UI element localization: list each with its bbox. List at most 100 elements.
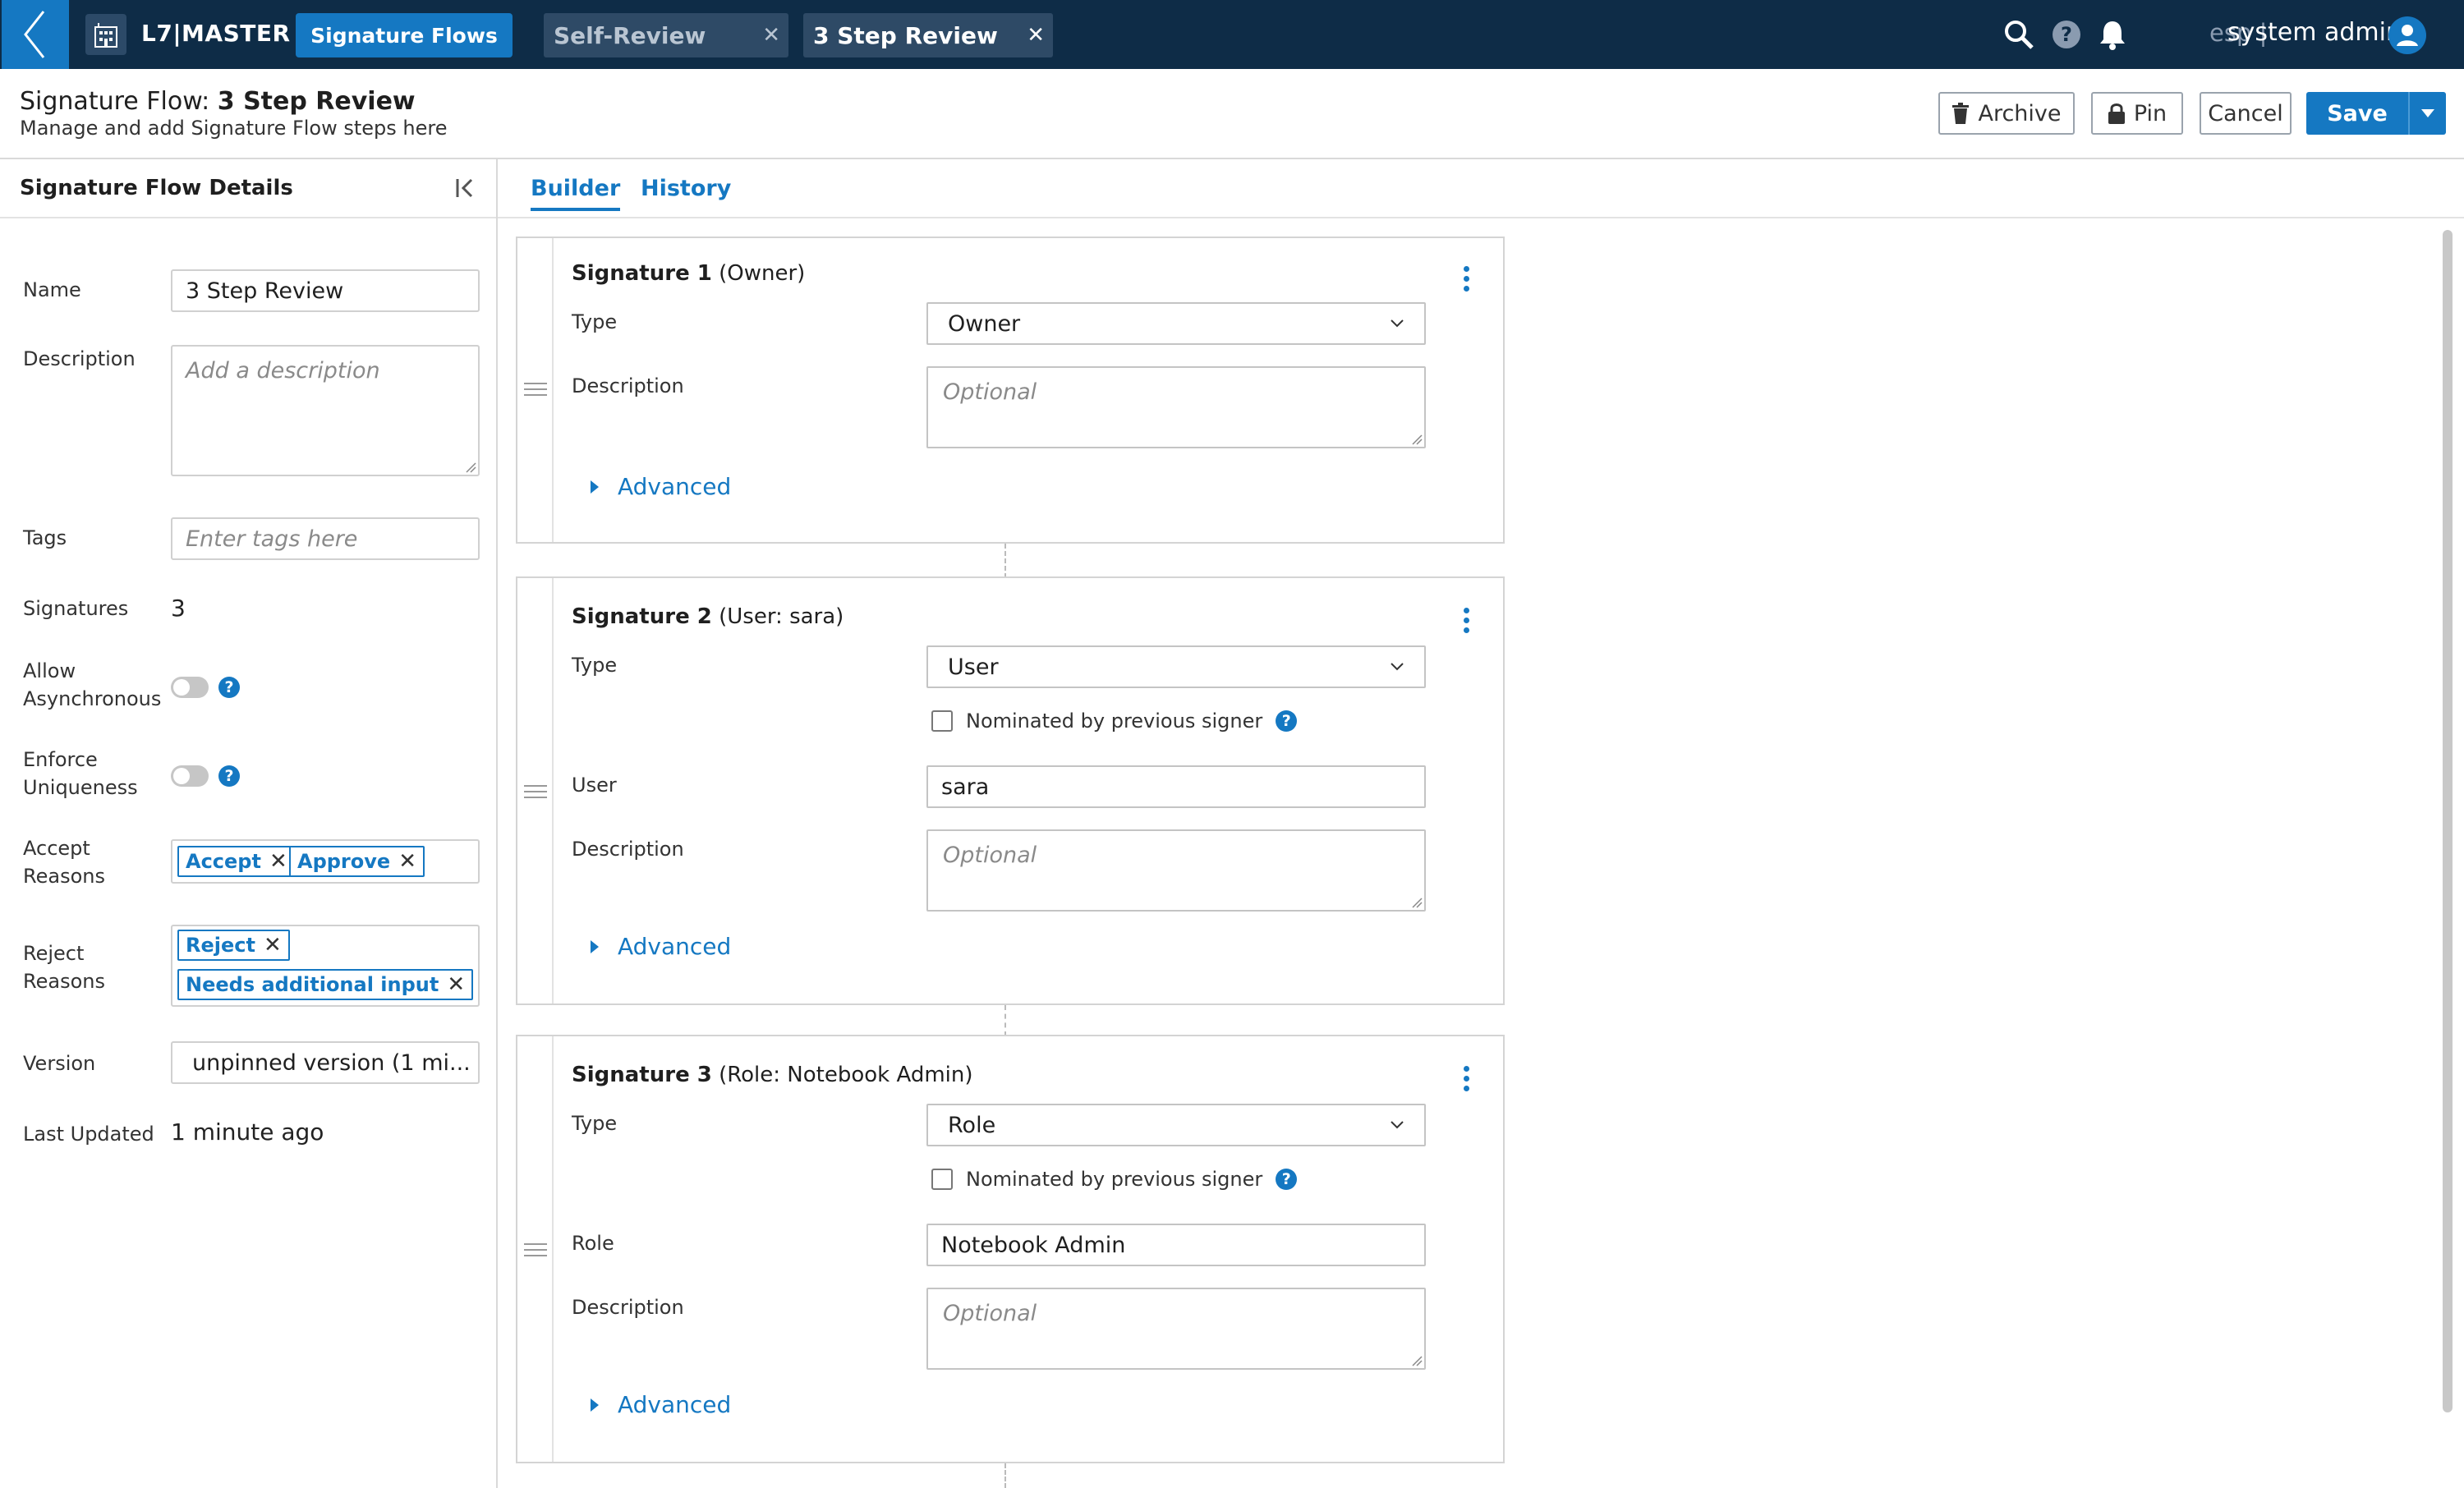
help-icon[interactable]: ? xyxy=(1276,1169,1298,1190)
description-textarea[interactable]: Optional xyxy=(926,1288,1426,1370)
tab-builder[interactable]: Builder xyxy=(531,176,621,211)
description-label: Description xyxy=(572,838,684,861)
signature-card-3: Signature 3 (Role: Notebook Admin) Type … xyxy=(516,1035,1505,1463)
pin-button[interactable]: Pin xyxy=(2091,92,2183,135)
name-value: 3 Step Review xyxy=(186,278,344,304)
tags-input[interactable]: Enter tags here xyxy=(171,517,480,560)
name-field[interactable]: 3 Step Review xyxy=(171,269,480,312)
close-icon[interactable]: ✕ xyxy=(1027,23,1045,48)
advanced-toggle[interactable]: Advanced xyxy=(590,1391,731,1418)
user-label: User xyxy=(572,774,617,797)
nominated-label: Nominated by previous signer xyxy=(966,710,1263,733)
type-select[interactable]: Owner xyxy=(926,302,1426,345)
allow-async-toggle[interactable] xyxy=(171,677,209,698)
trash-icon xyxy=(1952,103,1970,124)
chevron-down-icon xyxy=(1391,319,1404,328)
save-options-dropdown[interactable] xyxy=(2410,92,2446,135)
collapse-panel-icon[interactable] xyxy=(453,176,478,200)
role-label: Role xyxy=(572,1232,614,1255)
connector-line xyxy=(1004,544,1006,578)
signatures-count: 3 xyxy=(171,595,186,622)
tab-self-review[interactable]: Self-Review ✕ xyxy=(544,13,788,57)
more-options-icon[interactable] xyxy=(1464,266,1470,294)
description-textarea[interactable]: Optional xyxy=(926,366,1426,448)
user-name[interactable]: system admin xyxy=(2227,18,2402,47)
user-value: sara xyxy=(941,774,990,800)
description-textarea[interactable]: Optional xyxy=(926,829,1426,912)
description-label: Description xyxy=(23,347,136,370)
signature-flows-nav-button[interactable]: Signature Flows xyxy=(296,13,513,57)
resize-handle-icon[interactable] xyxy=(1411,434,1423,445)
chevron-down-icon xyxy=(1391,663,1404,671)
signature-title: Signature 2 (User: sara) xyxy=(572,604,844,629)
archive-button[interactable]: Archive xyxy=(1938,92,2075,135)
description-placeholder: Add a description xyxy=(186,358,380,383)
drag-handle[interactable] xyxy=(517,238,554,542)
page-subtitle: Manage and add Signature Flow steps here xyxy=(20,117,448,140)
user-input[interactable]: sara xyxy=(926,765,1426,808)
description-textarea[interactable]: Add a description xyxy=(171,345,480,476)
connector-line xyxy=(1004,1005,1006,1036)
tab-3-step-review[interactable]: 3 Step Review ✕ xyxy=(803,13,1053,57)
description-placeholder: Optional xyxy=(943,1301,1037,1326)
accept-reasons-label: Accept Reasons xyxy=(23,837,105,888)
drag-grip-icon xyxy=(524,1243,547,1256)
signature-card-2: Signature 2 (User: sara) Type User Nomin… xyxy=(516,576,1505,1005)
remove-icon[interactable]: ✕ xyxy=(264,933,282,958)
tab-label: Self-Review xyxy=(554,22,706,49)
advanced-toggle[interactable]: Advanced xyxy=(590,933,731,960)
tags-placeholder: Enter tags here xyxy=(186,526,358,552)
tab-history[interactable]: History xyxy=(641,176,731,201)
reason-chip-reject: Reject ✕ xyxy=(177,930,290,961)
search-icon[interactable] xyxy=(2002,18,2035,51)
nominated-checkbox[interactable] xyxy=(931,1169,953,1190)
remove-icon[interactable]: ✕ xyxy=(398,849,416,874)
help-icon[interactable]: ? xyxy=(1276,710,1298,732)
help-icon[interactable]: ? xyxy=(2050,18,2083,51)
drag-handle[interactable] xyxy=(517,1036,554,1462)
type-select[interactable]: User xyxy=(926,645,1426,688)
reason-chip-accept: Accept ✕ xyxy=(177,846,296,877)
bell-icon[interactable] xyxy=(2096,18,2129,51)
resize-handle-icon[interactable] xyxy=(1411,1355,1423,1366)
remove-icon[interactable]: ✕ xyxy=(447,972,465,997)
back-button[interactable] xyxy=(2,0,69,69)
scrollbar-thumb[interactable] xyxy=(2443,230,2453,1412)
drag-handle[interactable] xyxy=(517,578,554,1003)
more-options-icon[interactable] xyxy=(1464,1066,1470,1094)
sidebar-title: Signature Flow Details xyxy=(20,176,293,200)
more-options-icon[interactable] xyxy=(1464,608,1470,636)
vertical-scrollbar[interactable] xyxy=(2439,225,2456,1473)
version-label: Version xyxy=(23,1052,96,1075)
lock-icon xyxy=(2108,103,2125,124)
enforce-uniqueness-toggle[interactable] xyxy=(171,765,209,787)
cancel-button[interactable]: Cancel xyxy=(2200,92,2292,135)
signature-card-1: Signature 1 (Owner) Type Owner Descripti… xyxy=(516,237,1505,544)
name-label: Name xyxy=(23,278,81,301)
user-avatar-icon[interactable] xyxy=(2388,16,2426,54)
close-icon[interactable]: ✕ xyxy=(762,23,780,48)
resize-handle-icon[interactable] xyxy=(465,462,476,473)
save-button[interactable]: Save xyxy=(2306,92,2408,135)
help-icon[interactable]: ? xyxy=(218,677,240,698)
type-value: User xyxy=(948,654,999,680)
type-select[interactable]: Role xyxy=(926,1104,1426,1146)
help-icon[interactable]: ? xyxy=(218,765,240,787)
accept-reasons-field[interactable]: Accept ✕ Approve ✕ xyxy=(171,839,480,884)
caret-right-icon xyxy=(591,939,599,953)
svg-text:?: ? xyxy=(2061,23,2072,46)
role-input[interactable]: Notebook Admin xyxy=(926,1224,1426,1266)
signature-title: Signature 3 (Role: Notebook Admin) xyxy=(572,1063,973,1087)
description-label: Description xyxy=(572,374,684,397)
description-label: Description xyxy=(572,1296,684,1319)
reason-chip-approve: Approve ✕ xyxy=(289,846,425,877)
resize-handle-icon[interactable] xyxy=(1411,897,1423,908)
nominated-checkbox[interactable] xyxy=(931,710,953,732)
description-placeholder: Optional xyxy=(943,379,1037,405)
reject-reasons-field[interactable]: Reject ✕ Needs additional input ✕ xyxy=(171,925,480,1007)
advanced-toggle[interactable]: Advanced xyxy=(590,473,731,500)
remove-icon[interactable]: ✕ xyxy=(269,849,287,874)
version-select[interactable]: unpinned version (1 mi... xyxy=(171,1041,480,1084)
building-icon[interactable] xyxy=(85,14,126,55)
nominated-checkbox-row: Nominated by previous signer? xyxy=(931,710,1298,733)
